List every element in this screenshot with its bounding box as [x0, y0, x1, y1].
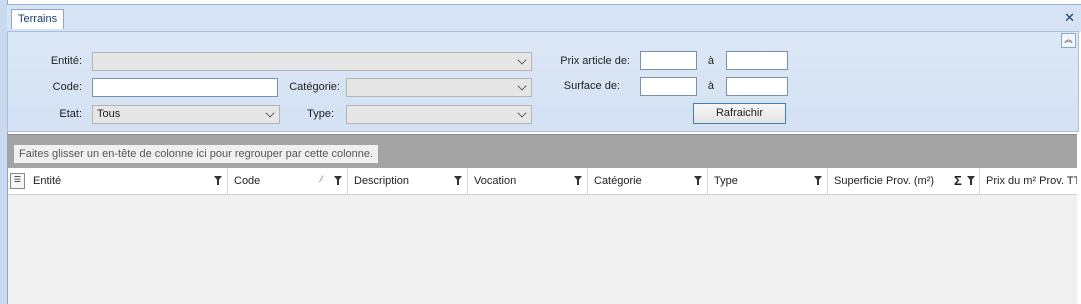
tab-strip: Terrains ✕: [7, 4, 1081, 32]
filter-icon[interactable]: [334, 176, 342, 185]
sort-icon: ⁄: [321, 174, 323, 184]
filter-icon[interactable]: [454, 176, 462, 185]
filter-panel: ︽ Entité: Code: Catégorie: Etat: Tous Ty…: [7, 31, 1079, 132]
column-header-type[interactable]: Type: [708, 168, 828, 194]
column-header-vocation[interactable]: Vocation: [468, 168, 588, 194]
group-hint: Faites glisser un en-tête de colonne ici…: [14, 145, 379, 163]
prix-to-input[interactable]: [726, 51, 788, 70]
column-title: Code: [234, 175, 261, 187]
code-input[interactable]: [92, 78, 278, 97]
chevron-down-icon: [517, 81, 527, 91]
close-icon[interactable]: ✕: [1064, 10, 1075, 26]
sigma-icon[interactable]: Σ: [954, 173, 962, 188]
entite-select[interactable]: [92, 52, 532, 71]
surface-from-input[interactable]: [640, 77, 697, 96]
column-header-code[interactable]: Code ⁄: [228, 168, 348, 194]
prix-article-label: Prix article de:: [560, 55, 630, 67]
filter-icon[interactable]: [814, 176, 822, 185]
code-label: Code:: [52, 81, 82, 93]
chevron-down-icon: [517, 108, 527, 118]
etat-select[interactable]: Tous: [92, 105, 280, 124]
filter-icon[interactable]: [574, 176, 582, 185]
column-header-prix-m2[interactable]: Prix du m² Prov. TTC: [980, 168, 1077, 194]
categorie-label: Catégorie:: [289, 81, 340, 93]
tab-terrains[interactable]: Terrains: [11, 9, 65, 29]
column-header-superficie[interactable]: Superficie Prov. (m²) Σ: [828, 168, 980, 194]
entite-label: Entité:: [50, 55, 82, 67]
surface-a-label: à: [707, 80, 714, 92]
grid-body[interactable]: [8, 195, 1077, 304]
column-header-entite[interactable]: ☰ Entité: [8, 168, 228, 194]
filter-icon[interactable]: [694, 176, 702, 185]
etat-value: Tous: [97, 108, 121, 120]
column-title: Catégorie: [594, 175, 642, 187]
type-select[interactable]: [346, 105, 532, 124]
group-by-panel[interactable]: Faites glisser un en-tête de colonne ici…: [8, 134, 1077, 169]
column-title: Vocation: [474, 175, 517, 187]
type-label: Type:: [307, 108, 334, 120]
column-title: Description: [354, 175, 410, 187]
chevron-down-icon: [265, 108, 275, 118]
rafraichir-button[interactable]: Rafraichir: [693, 103, 786, 124]
prix-from-input[interactable]: [640, 51, 697, 70]
surface-to-input[interactable]: [726, 77, 788, 96]
grid-header: ☰ Entité Code ⁄ Description Vocation Cat…: [8, 168, 1077, 195]
etat-label: Etat:: [59, 108, 82, 120]
prix-a-label: à: [707, 55, 714, 67]
chevron-down-icon: [517, 55, 527, 65]
filter-icon[interactable]: [967, 176, 975, 185]
terrains-window: Terrains ✕ ︽ Entité: Code: Catégorie: Et…: [0, 0, 1081, 304]
column-title: Prix du m² Prov. TTC: [986, 175, 1077, 187]
column-title: Superficie Prov. (m²): [834, 175, 935, 187]
column-header-categorie[interactable]: Catégorie: [588, 168, 708, 194]
categorie-select[interactable]: [346, 78, 532, 97]
double-chevron-up-icon[interactable]: ︽: [1061, 33, 1076, 48]
column-title: Type: [714, 175, 738, 187]
filter-icon[interactable]: [214, 176, 222, 185]
column-chooser-icon[interactable]: ☰: [10, 173, 25, 189]
surface-label: Surface de:: [563, 80, 620, 92]
column-header-description[interactable]: Description: [348, 168, 468, 194]
column-title: Entité: [33, 175, 62, 187]
